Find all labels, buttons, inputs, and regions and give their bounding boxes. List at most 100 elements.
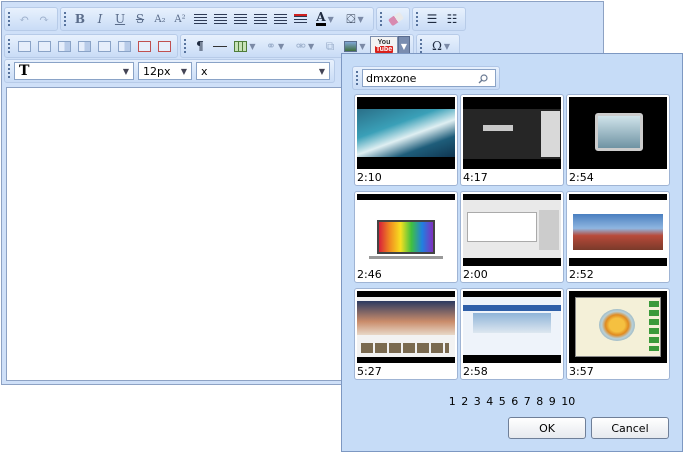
grip-handle[interactable]: [183, 38, 187, 54]
video-thumbnail[interactable]: 2:10: [354, 94, 458, 186]
video-thumbnail[interactable]: 2:46: [354, 191, 458, 283]
video-duration: 4:17: [463, 171, 488, 184]
toolbar-row-3: T ▼ 12px ▼ x ▼: [4, 58, 337, 84]
page-link[interactable]: 8: [536, 395, 543, 408]
style-select[interactable]: x ▼: [196, 62, 330, 80]
grip-handle[interactable]: [7, 11, 11, 27]
search-icon[interactable]: [478, 74, 488, 84]
video-duration: 2:54: [569, 171, 594, 184]
chevron-down-icon: ▼: [443, 41, 451, 51]
chevron-down-icon: ▼: [318, 66, 325, 76]
video-thumbnail[interactable]: 2:58: [460, 288, 564, 380]
grip-handle[interactable]: [7, 38, 11, 54]
page-link[interactable]: 3: [474, 395, 481, 408]
video-duration: 2:58: [463, 365, 488, 378]
highlight-color-button[interactable]: ⛋ ▼: [340, 9, 370, 29]
image-icon: [344, 40, 358, 52]
video-preview-image: [569, 194, 667, 266]
omega-icon: Ω: [431, 39, 442, 53]
split-cells-icon[interactable]: [114, 36, 134, 56]
video-thumbnail[interactable]: 5:27: [354, 288, 458, 380]
history-group: ↶ ↷: [4, 7, 58, 31]
video-preview-image: [357, 291, 455, 363]
align-center-icon[interactable]: [210, 9, 230, 29]
bold-button[interactable]: B: [70, 9, 90, 29]
video-preview-image: [569, 291, 667, 363]
video-duration: 2:52: [569, 268, 594, 281]
insert-row-below-icon[interactable]: [34, 36, 54, 56]
format-group: B I U S A₂ A² A ▼ ⛋ ▼: [60, 7, 374, 31]
superscript-button[interactable]: A²: [170, 9, 190, 29]
table-button[interactable]: ▼: [230, 36, 260, 56]
font-size-select[interactable]: 12px ▼: [138, 62, 192, 80]
page-link[interactable]: 6: [511, 395, 518, 408]
subscript-button[interactable]: A₂: [150, 9, 170, 29]
table-icon: [234, 40, 248, 52]
grip-handle[interactable]: [379, 11, 383, 27]
page-link[interactable]: 9: [549, 395, 556, 408]
video-thumbnail[interactable]: 4:17: [460, 94, 564, 186]
font-color-icon: A: [316, 10, 326, 26]
bullet-list-icon[interactable]: ☰: [422, 9, 442, 29]
chevron-down-icon: ▼: [180, 66, 187, 76]
style-value: x: [201, 64, 208, 78]
anchor-icon[interactable]: ⧉: [320, 36, 340, 56]
youtube-label-bottom: Tube: [374, 46, 394, 53]
link-button[interactable]: ⚭ ▼: [260, 36, 290, 56]
search-input[interactable]: [362, 69, 496, 87]
page-link[interactable]: 5: [499, 395, 506, 408]
delete-column-icon[interactable]: [154, 36, 174, 56]
grip-handle[interactable]: [63, 11, 67, 27]
grip-handle[interactable]: [415, 11, 419, 27]
indent-icon[interactable]: [270, 9, 290, 29]
italic-button[interactable]: I: [90, 9, 110, 29]
video-thumbnail[interactable]: 2:54: [566, 94, 670, 186]
chevron-down-icon: ▼: [359, 41, 366, 51]
screen: ↶ ↷ B I U S A₂ A² A ▼ ⛋ ▼ ☰ ☷ ¶ ▼ ⚭ ▼ ⚮ …: [0, 0, 687, 456]
insert-row-above-icon[interactable]: [14, 36, 34, 56]
page-link[interactable]: 10: [561, 395, 575, 408]
video-preview-image: [357, 97, 455, 169]
video-thumbnail[interactable]: 3:57: [566, 288, 670, 380]
chevron-down-icon: ▼: [307, 41, 315, 51]
video-duration: 2:46: [357, 268, 382, 281]
ok-button[interactable]: OK: [508, 417, 586, 439]
grip-handle[interactable]: [419, 38, 423, 54]
video-preview-image: [357, 194, 455, 266]
page-link[interactable]: 4: [486, 395, 493, 408]
merge-cells-icon[interactable]: [94, 36, 114, 56]
page-link[interactable]: 2: [461, 395, 468, 408]
eraser-icon[interactable]: [386, 9, 406, 29]
font-color-button[interactable]: A ▼: [310, 9, 340, 29]
chevron-down-icon: ▼: [122, 66, 129, 76]
align-left-icon[interactable]: [190, 9, 210, 29]
align-justify-icon[interactable]: [230, 9, 250, 29]
search-bar: [352, 66, 500, 90]
strikethrough-button[interactable]: S: [130, 9, 150, 29]
unlink-button[interactable]: ⚮ ▼: [290, 36, 320, 56]
numbered-list-icon[interactable]: ☷: [442, 9, 462, 29]
clear-group: [376, 7, 410, 31]
link-icon: ⚭: [265, 39, 276, 53]
font-family-select[interactable]: T ▼: [14, 62, 134, 80]
delete-row-icon[interactable]: [134, 36, 154, 56]
grip-handle[interactable]: [7, 63, 11, 79]
outdent-icon[interactable]: [290, 9, 310, 29]
cancel-button[interactable]: Cancel: [591, 417, 669, 439]
video-thumbnail[interactable]: 2:52: [566, 191, 670, 283]
paint-bucket-icon: ⛋: [346, 11, 356, 26]
redo-icon[interactable]: ↷: [34, 9, 54, 29]
video-preview-image: [463, 194, 561, 266]
undo-icon[interactable]: ↶: [14, 9, 34, 29]
pagination: 1 2 3 4 5 6 7 8 9 10: [342, 395, 682, 408]
horizontal-rule-icon[interactable]: [210, 36, 230, 56]
insert-column-left-icon[interactable]: [54, 36, 74, 56]
grip-handle[interactable]: [355, 70, 359, 86]
page-link[interactable]: 1: [449, 395, 456, 408]
insert-column-right-icon[interactable]: [74, 36, 94, 56]
align-right-icon[interactable]: [250, 9, 270, 29]
video-thumbnail[interactable]: 2:00: [460, 191, 564, 283]
paragraph-button[interactable]: ¶: [190, 36, 210, 56]
page-link[interactable]: 7: [524, 395, 531, 408]
underline-button[interactable]: U: [110, 9, 130, 29]
